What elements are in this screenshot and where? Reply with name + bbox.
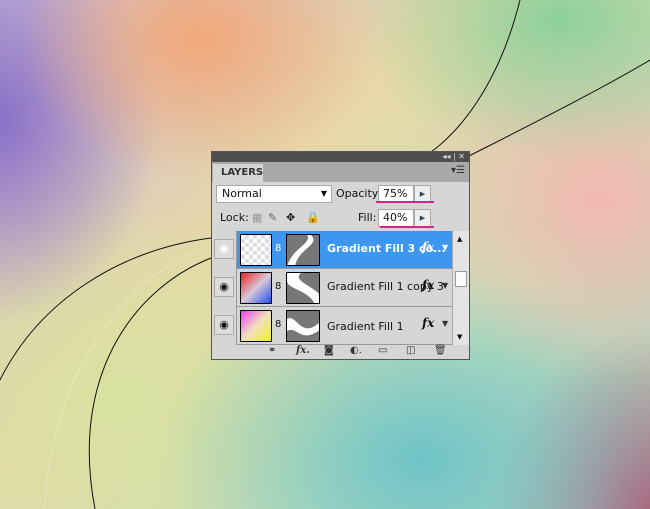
panel-menu-icon[interactable]: ▾☰ bbox=[451, 165, 465, 176]
fill-label: Fill: bbox=[358, 211, 377, 224]
highlight-underline bbox=[380, 226, 434, 228]
add-mask-icon[interactable]: ◙ bbox=[324, 345, 334, 356]
lock-paint-icon[interactable]: ✎ bbox=[268, 209, 277, 227]
highlight-underline bbox=[376, 201, 434, 203]
eye-icon[interactable]: ◉ bbox=[214, 277, 234, 297]
eye-icon[interactable]: ◉ bbox=[214, 315, 234, 335]
expand-arrow-icon[interactable]: ▼ bbox=[442, 319, 448, 328]
trash-icon[interactable]: 🗑 bbox=[434, 345, 447, 356]
new-layer-icon[interactable]: ◫ bbox=[406, 345, 415, 356]
fx-icon: fx bbox=[422, 278, 435, 292]
link-layers-icon[interactable]: ⚭ bbox=[268, 345, 276, 356]
layer-thumbnail bbox=[240, 234, 272, 266]
layer-mask-thumbnail bbox=[286, 272, 320, 304]
layer-row[interactable]: ◉ 8 Gradient Fill 1 fx ▼ bbox=[212, 307, 452, 345]
fill-slider-button[interactable]: ▶ bbox=[414, 209, 431, 227]
layer-row[interactable]: ◉ 8 Gradient Fill 1 copy 3 fx ▼ bbox=[212, 269, 452, 307]
add-style-icon[interactable]: fx. bbox=[296, 345, 310, 356]
layer-mask-thumbnail bbox=[286, 234, 320, 266]
lock-label: Lock: bbox=[220, 211, 249, 224]
new-group-icon[interactable]: ▭ bbox=[378, 345, 387, 356]
link-icon: 8 bbox=[275, 319, 282, 330]
layer-row[interactable]: ◉ 8 Gradient Fill 3 co... fx ▼ bbox=[212, 231, 452, 269]
scroll-thumb[interactable] bbox=[455, 271, 467, 287]
opacity-label: Opacity: bbox=[336, 187, 382, 200]
link-icon: 8 bbox=[275, 243, 282, 254]
lock-move-icon[interactable]: ✥ bbox=[286, 209, 295, 227]
lock-all-icon[interactable]: 🔒 bbox=[306, 209, 320, 227]
adjustment-layer-icon[interactable]: ◐. bbox=[350, 345, 362, 356]
scroll-down-icon[interactable]: ▼ bbox=[457, 333, 462, 341]
chevron-down-icon: ▼ bbox=[320, 189, 327, 198]
panel-footer: ⚭ fx. ◙ ◐. ▭ ◫ 🗑 bbox=[212, 345, 469, 360]
layer-thumbnail bbox=[240, 310, 272, 342]
expand-arrow-icon[interactable]: ▼ bbox=[442, 243, 448, 252]
layers-panel: ◂◂ | ✕ LAYERS ▾☰ Normal ▼ Opacity: 75% ▶ … bbox=[211, 151, 470, 360]
layer-name: Gradient Fill 1 bbox=[327, 320, 404, 333]
eye-icon[interactable]: ◉ bbox=[214, 239, 234, 259]
fx-icon: fx bbox=[422, 316, 435, 330]
layers-list: ◉ 8 Gradient Fill 3 co... fx ▼ ◉ 8 Gradi… bbox=[212, 231, 452, 345]
blend-mode-select[interactable]: Normal ▼ bbox=[216, 185, 332, 203]
lock-transparency-icon[interactable]: ▦ bbox=[252, 209, 262, 227]
layer-mask-thumbnail bbox=[286, 310, 320, 342]
expand-arrow-icon[interactable]: ▼ bbox=[442, 281, 448, 290]
close-icon[interactable]: ✕ bbox=[458, 152, 465, 161]
layers-scrollbar[interactable]: ▲ ▼ bbox=[452, 231, 469, 345]
fx-icon: fx bbox=[422, 240, 435, 254]
scroll-up-icon[interactable]: ▲ bbox=[457, 235, 462, 243]
fill-input[interactable]: 40% bbox=[378, 209, 414, 227]
collapse-icon[interactable]: ◂◂ bbox=[442, 152, 450, 161]
tab-layers[interactable]: LAYERS bbox=[213, 164, 263, 182]
layer-thumbnail bbox=[240, 272, 272, 304]
link-icon: 8 bbox=[275, 281, 282, 292]
